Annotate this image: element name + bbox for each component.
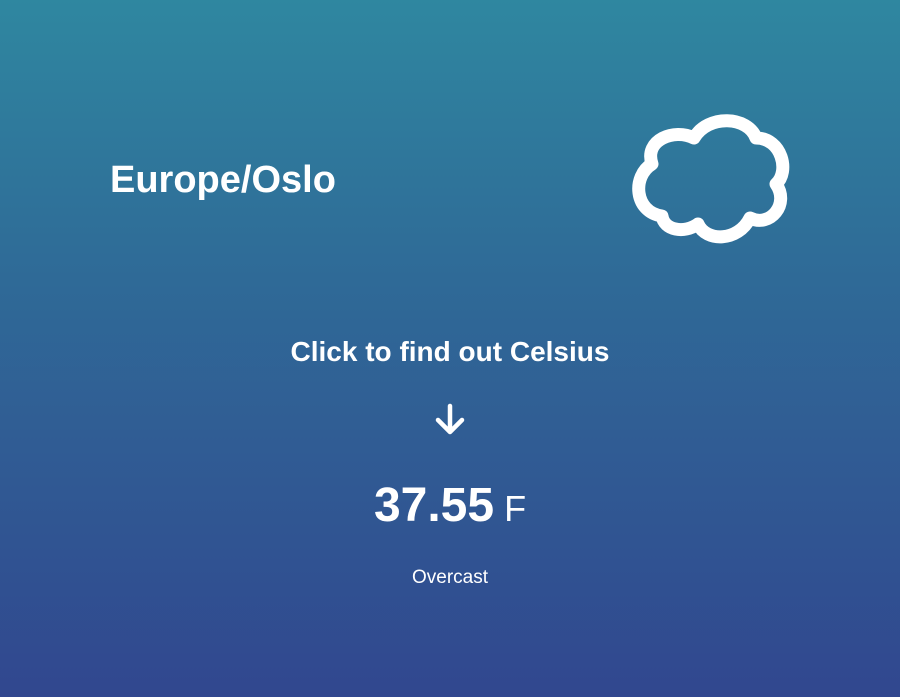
cloudy-icon	[632, 114, 790, 244]
weather-description: Overcast	[411, 567, 489, 588]
temperature-value: 37.55	[373, 479, 495, 532]
arrow-down-icon	[435, 403, 465, 435]
celsius-prompt: Click to find out Celsius	[290, 336, 610, 367]
location-timezone: Europe/Oslo	[110, 159, 336, 201]
temperature-toggle[interactable]: 37.55 F	[0, 476, 900, 547]
temperature-unit: F	[504, 488, 527, 529]
